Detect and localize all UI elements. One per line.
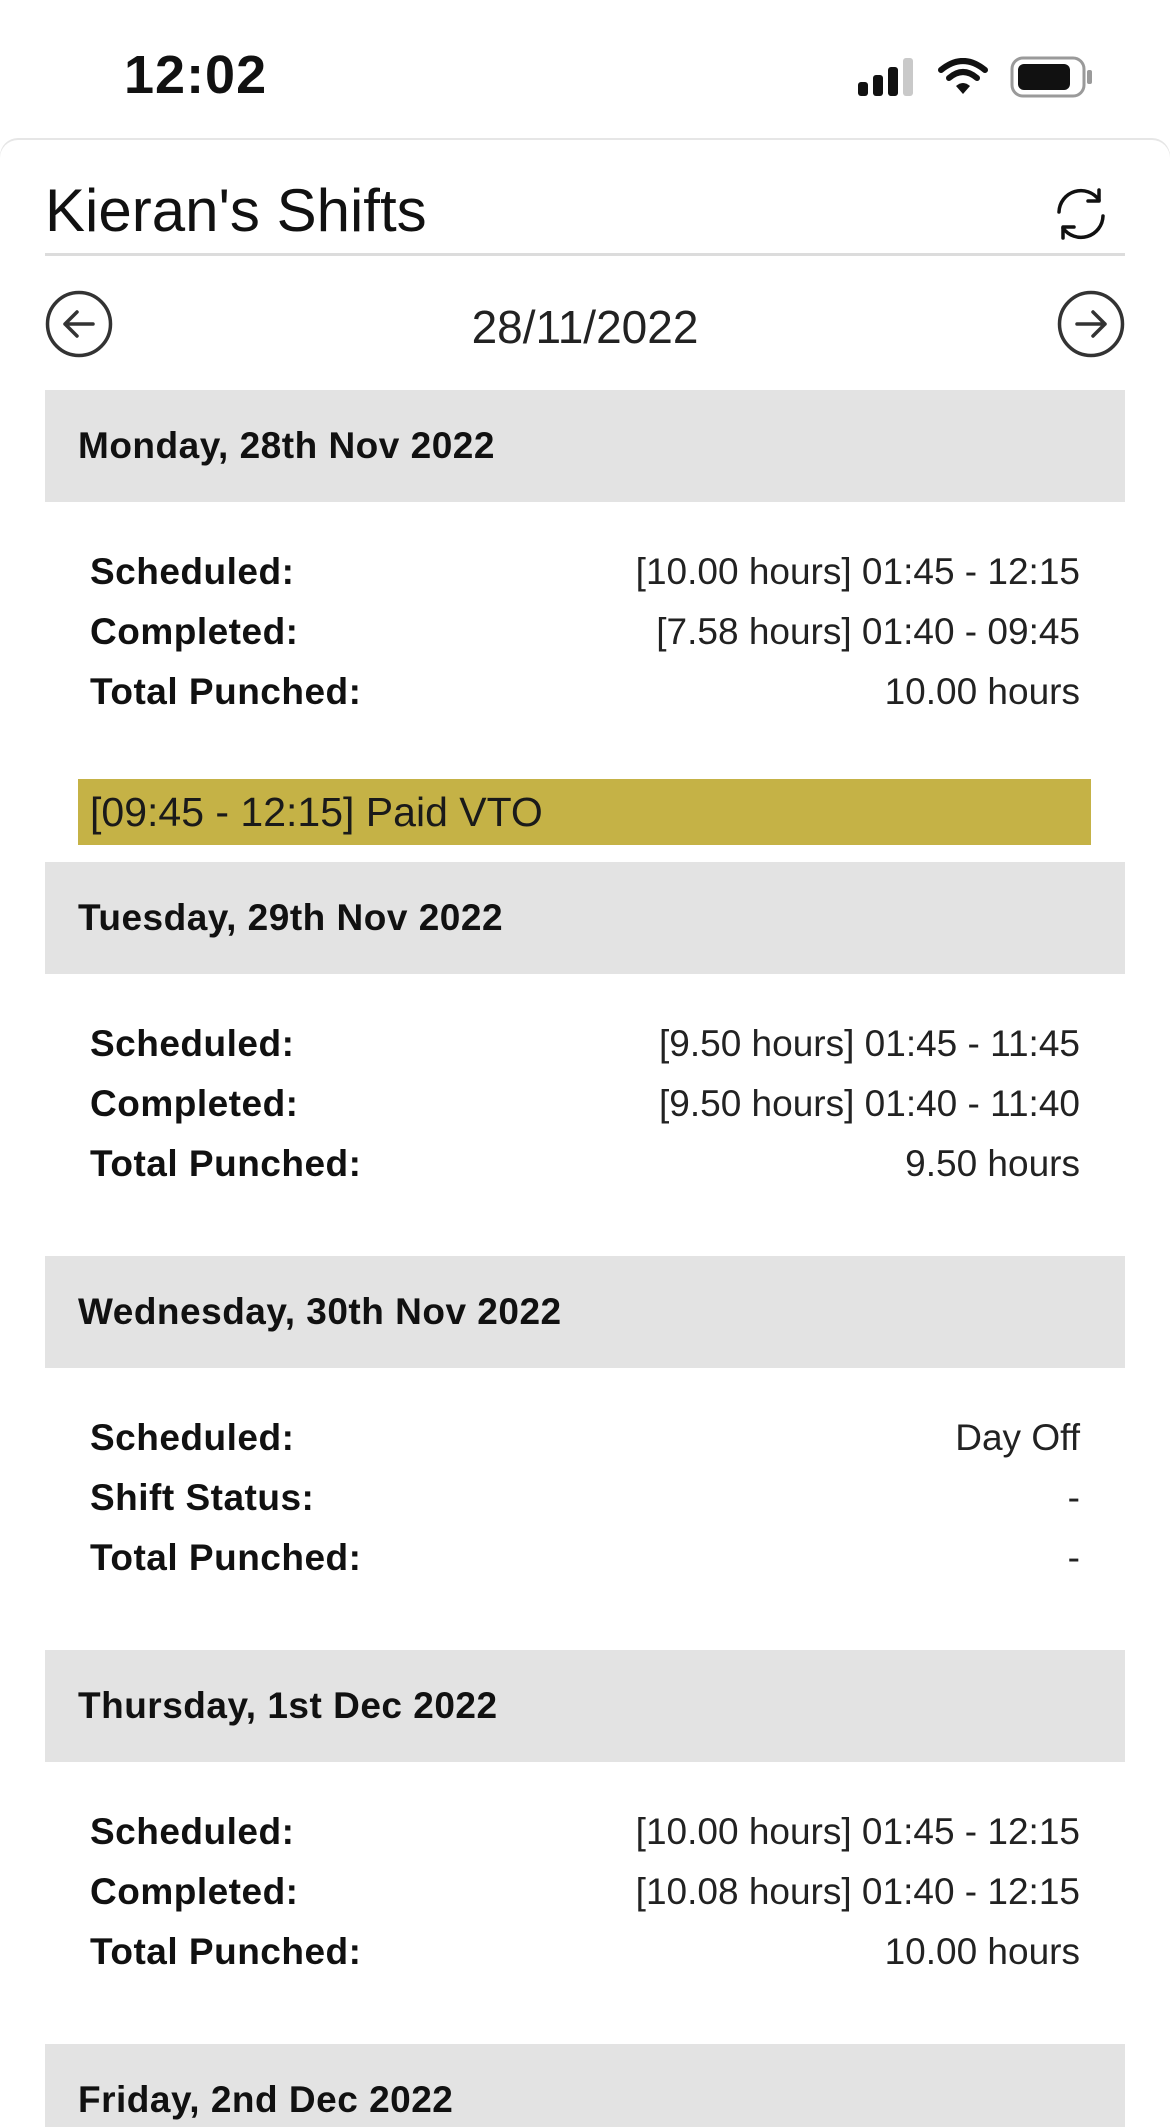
scheduled-row: Scheduled: Day Off	[90, 1408, 1080, 1468]
refresh-icon[interactable]	[1049, 182, 1113, 246]
page-title: Kieran's Shifts	[45, 177, 427, 244]
row-value: [9.50 hours] 01:45 - 11:45	[658, 1023, 1080, 1064]
sheet-edge	[0, 140, 1170, 160]
completed-row: Completed: [7.58 hours] 01:40 - 09:45	[90, 602, 1080, 662]
row-label: Scheduled:	[90, 551, 295, 592]
paid-vto-tag[interactable]: [09:45 - 12:15] Paid VTO	[78, 779, 1091, 845]
cellular-signal-icon	[858, 58, 913, 96]
status-time: 12:02	[124, 45, 268, 105]
row-label: Scheduled:	[90, 1811, 295, 1852]
row-label: Scheduled:	[90, 1417, 295, 1458]
total-punched-row: Total Punched: 10.00 hours	[90, 662, 1080, 722]
day-details: Scheduled: Day Off Shift Status: - Total…	[45, 1368, 1125, 1650]
status-bar: 12:02	[0, 0, 1170, 140]
day-details: Scheduled: [9.50 hours] 01:45 - 11:45 Co…	[45, 974, 1125, 1256]
row-value: 9.50 hours	[905, 1143, 1080, 1184]
wifi-icon	[938, 58, 988, 94]
row-label: Shift Status:	[90, 1477, 315, 1518]
day-details: Scheduled: [10.00 hours] 01:45 - 12:15 C…	[45, 1762, 1125, 2044]
status-icons	[858, 56, 1094, 98]
day-header[interactable]: Friday, 2nd Dec 2022	[45, 2044, 1125, 2127]
row-value: -	[1067, 1537, 1080, 1578]
completed-row: Completed: [9.50 hours] 01:40 - 11:40	[90, 1074, 1080, 1134]
row-label: Scheduled:	[90, 1023, 295, 1064]
shift-status-row: Shift Status: -	[90, 1468, 1080, 1528]
scheduled-row: Scheduled: [10.00 hours] 01:45 - 12:15	[90, 542, 1080, 602]
row-value: [10.00 hours] 01:45 - 12:15	[635, 551, 1080, 592]
day-header[interactable]: Thursday, 1st Dec 2022	[45, 1650, 1125, 1762]
date-navigation: 28/11/2022	[45, 290, 1125, 360]
total-punched-row: Total Punched: 10.00 hours	[90, 1922, 1080, 1982]
row-value: [7.58 hours] 01:40 - 09:45	[656, 611, 1080, 652]
row-label: Total Punched:	[90, 1931, 362, 1972]
row-label: Completed:	[90, 1083, 299, 1124]
day-list: Monday, 28th Nov 2022 Scheduled: [10.00 …	[45, 390, 1125, 2127]
row-value: 10.00 hours	[884, 671, 1080, 712]
row-label: Total Punched:	[90, 1537, 362, 1578]
row-value: 10.00 hours	[884, 1931, 1080, 1972]
completed-row: Completed: [10.08 hours] 01:40 - 12:15	[90, 1862, 1080, 1922]
scheduled-row: Scheduled: [9.50 hours] 01:45 - 11:45	[90, 1014, 1080, 1074]
total-punched-row: Total Punched: -	[90, 1528, 1080, 1588]
row-label: Total Punched:	[90, 1143, 362, 1184]
total-punched-row: Total Punched: 9.50 hours	[90, 1134, 1080, 1194]
day-header[interactable]: Monday, 28th Nov 2022	[45, 390, 1125, 502]
day-details: Scheduled: [10.00 hours] 01:45 - 12:15 C…	[45, 502, 1125, 862]
day-header[interactable]: Wednesday, 30th Nov 2022	[45, 1256, 1125, 1368]
row-value: -	[1067, 1477, 1080, 1518]
row-label: Completed:	[90, 1871, 299, 1912]
header: Kieran's Shifts	[45, 170, 1125, 256]
row-label: Total Punched:	[90, 671, 362, 712]
row-label: Completed:	[90, 611, 299, 652]
row-value: [9.50 hours] 01:40 - 11:40	[658, 1083, 1080, 1124]
arrow-right-circle-icon[interactable]	[1057, 290, 1125, 358]
battery-icon	[1010, 56, 1092, 98]
row-value: [10.00 hours] 01:45 - 12:15	[635, 1811, 1080, 1852]
current-date: 28/11/2022	[471, 301, 699, 353]
row-value: [10.08 hours] 01:40 - 12:15	[635, 1871, 1080, 1912]
row-value: Day Off	[955, 1417, 1080, 1458]
scheduled-row: Scheduled: [10.00 hours] 01:45 - 12:15	[90, 1802, 1080, 1862]
day-header[interactable]: Tuesday, 29th Nov 2022	[45, 862, 1125, 974]
